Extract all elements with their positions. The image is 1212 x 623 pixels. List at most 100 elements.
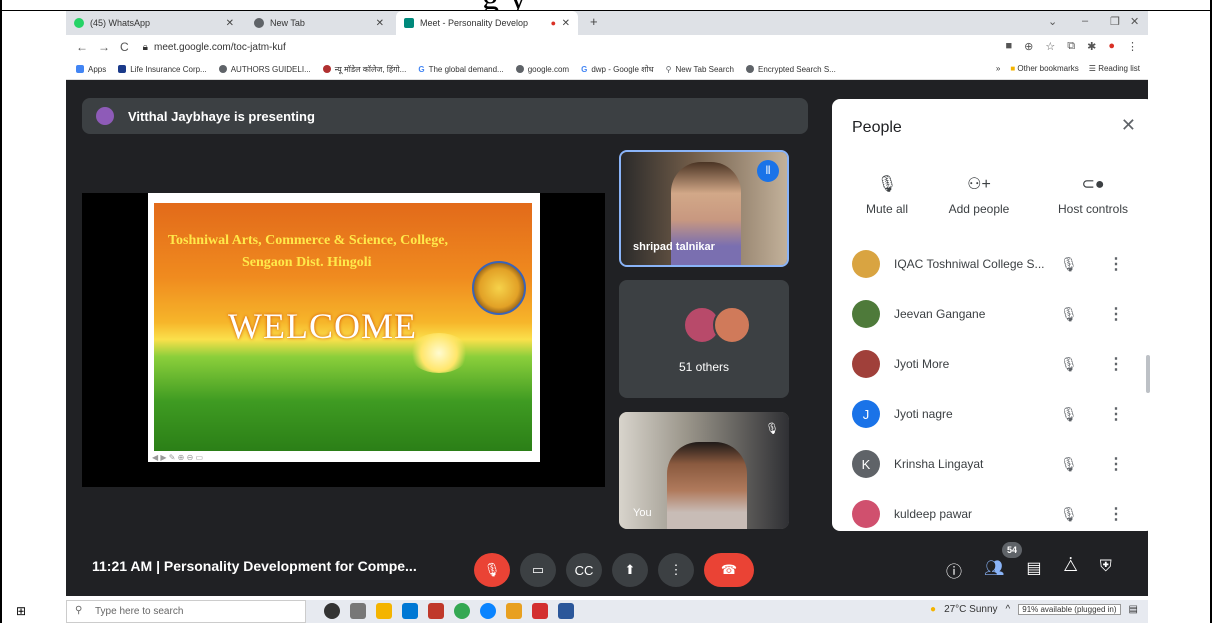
participant-tile-speaker[interactable]: ⦀ shripad talnikar bbox=[619, 150, 789, 267]
more-icon[interactable]: ⋮ bbox=[1108, 354, 1124, 374]
add-people-button[interactable]: ⚇+ Add people bbox=[924, 174, 1034, 216]
chrome-icon[interactable] bbox=[454, 603, 470, 619]
star-icon[interactable]: ☆ bbox=[1045, 40, 1055, 53]
scrollbar[interactable] bbox=[1146, 355, 1150, 393]
more-icon[interactable]: ⋮ bbox=[1108, 504, 1124, 524]
participant-name: shripad talnikar bbox=[633, 241, 715, 253]
meeting-side-controls: ⓘ 👥︎ ▤ ⧊ ⛨ bbox=[946, 558, 1112, 582]
present-button[interactable]: ⬆ bbox=[612, 553, 648, 587]
bookmark-item[interactable]: न्यू मॉडेल कॉलेज, हिंगो... bbox=[322, 64, 406, 75]
reload-icon[interactable]: C bbox=[120, 40, 129, 54]
notification-icon[interactable]: ▤ bbox=[1129, 604, 1138, 615]
presenting-text: Vitthal Jaybhaye is presenting bbox=[128, 108, 315, 124]
avatar bbox=[852, 250, 880, 278]
bookmark-label: google.com bbox=[527, 64, 570, 74]
bookmark-item[interactable]: AUTHORS GUIDELI... bbox=[218, 65, 311, 74]
list-item[interactable]: kuldeep pawar 🎙︎ ⋮ bbox=[832, 489, 1154, 531]
file-explorer-icon[interactable] bbox=[376, 603, 392, 619]
bookmark-item[interactable]: Life Insurance Corp... bbox=[118, 65, 207, 74]
close-icon[interactable]: ✕ bbox=[562, 18, 570, 29]
end-call-button[interactable]: ☎ bbox=[704, 553, 754, 587]
mic-off-icon: 🎙︎ bbox=[1060, 405, 1078, 422]
url-field[interactable]: 🔒︎ meet.google.com/toc-jatm-kuf bbox=[143, 42, 286, 53]
bookmark-item[interactable]: Apps bbox=[76, 65, 106, 74]
bookmark-item[interactable]: Encrypted Search S... bbox=[746, 65, 836, 74]
store-icon[interactable] bbox=[402, 603, 418, 619]
app-icon[interactable] bbox=[428, 603, 444, 619]
minimize-icon[interactable]: – bbox=[1082, 15, 1088, 27]
bookmark-item[interactable]: ⚲ New Tab Search bbox=[666, 65, 734, 74]
action-label: Host controls bbox=[1057, 202, 1129, 216]
close-icon[interactable]: ✕ bbox=[1121, 115, 1136, 136]
list-item[interactable]: Jyoti More 🎙︎ ⋮ bbox=[832, 339, 1154, 389]
info-icon[interactable]: ⓘ bbox=[946, 558, 962, 582]
reading-list[interactable]: ☰ Reading list bbox=[1089, 64, 1140, 73]
people-panel: People ✕ 🎙︎ Mute all ⚇+ Add people ⊂● Ho… bbox=[832, 99, 1154, 531]
people-icon[interactable]: 👥︎ bbox=[984, 558, 1004, 582]
word-icon[interactable] bbox=[558, 603, 574, 619]
restore-icon[interactable]: ❐ bbox=[1110, 15, 1120, 28]
more-options-button[interactable]: ⋮ bbox=[658, 553, 694, 587]
chevron-up-icon[interactable]: ^ bbox=[1006, 604, 1011, 615]
lic-icon bbox=[118, 65, 127, 73]
whatsapp-icon bbox=[74, 18, 84, 28]
tab-meet[interactable]: Meet - Personality Develop ● ✕ bbox=[396, 11, 578, 35]
activities-icon[interactable]: ⧊ bbox=[1063, 558, 1077, 582]
more-icon[interactable]: ⋮ bbox=[1108, 254, 1124, 274]
bookmark-item[interactable]: google.com bbox=[515, 64, 570, 74]
host-security-icon[interactable]: ⛨ bbox=[1100, 558, 1112, 582]
other-bookmarks[interactable]: ■ Other bookmarks bbox=[1010, 64, 1078, 73]
pdf-icon[interactable] bbox=[532, 603, 548, 619]
task-view-icon[interactable] bbox=[350, 603, 366, 619]
mic-off-icon: 🎙︎ bbox=[1060, 255, 1078, 272]
edge-icon[interactable] bbox=[480, 603, 496, 619]
participant-tile-others[interactable]: 51 others bbox=[619, 280, 789, 398]
camera-icon[interactable]: ■ bbox=[1006, 40, 1013, 53]
vlc-icon[interactable] bbox=[506, 603, 522, 619]
list-item[interactable]: IQAC Toshniwal College S... 🎙︎ ⋮ bbox=[832, 239, 1154, 289]
menu-icon[interactable]: ⋮ bbox=[1127, 40, 1138, 53]
puzzle-icon[interactable]: ✱ bbox=[1087, 40, 1096, 53]
host-controls-button[interactable]: ⊂● Host controls bbox=[1038, 174, 1148, 216]
more-icon[interactable]: ⋮ bbox=[1108, 304, 1124, 324]
list-item[interactable]: K Krinsha Lingayat 🎙︎ ⋮ bbox=[832, 439, 1154, 489]
participant-name: kuldeep pawar bbox=[894, 507, 973, 521]
participant-tile-self[interactable]: 🎙︎ You bbox=[619, 412, 789, 529]
recording-icon: ● bbox=[550, 18, 556, 28]
taskbar-search[interactable]: ⚲ Type here to search bbox=[66, 600, 306, 623]
slide-line2: Sengaon Dist. Hingoli bbox=[242, 255, 372, 270]
back-icon[interactable]: ← bbox=[76, 40, 88, 54]
avatar: J bbox=[852, 400, 880, 428]
profile-icon[interactable]: ● bbox=[1108, 40, 1115, 53]
slide-controls[interactable]: ◀ ▶ ✎ ⊕ ⊖ ▭ bbox=[148, 453, 203, 462]
tab-whatsapp[interactable]: (45) WhatsApp ✕ bbox=[66, 11, 242, 35]
bookmark-label: Encrypted Search S... bbox=[758, 64, 836, 74]
tab-new-tab[interactable]: New Tab ✕ bbox=[246, 11, 392, 35]
camera-button[interactable]: ▭ bbox=[520, 553, 556, 587]
search-icon: ⚲ bbox=[665, 64, 672, 74]
extension-icon[interactable]: ⧉ bbox=[1067, 40, 1075, 53]
forward-icon[interactable]: → bbox=[98, 40, 110, 54]
system-tray: ● 27°C Sunny ^ 91% available (plugged in… bbox=[930, 604, 1138, 615]
weather-text[interactable]: 27°C Sunny bbox=[944, 604, 997, 615]
more-icon[interactable]: ⋮ bbox=[1108, 404, 1124, 424]
mic-off-button[interactable]: 🎙︎ bbox=[474, 553, 510, 587]
windows-start-icon[interactable]: ⊞ bbox=[16, 604, 26, 618]
chevron-down-icon[interactable]: ⌄ bbox=[1048, 15, 1057, 28]
list-item[interactable]: Jeevan Gangane 🎙︎ ⋮ bbox=[832, 289, 1154, 339]
slide-welcome: WELCOME bbox=[228, 306, 417, 346]
list-item[interactable]: J Jyoti nagre 🎙︎ ⋮ bbox=[832, 389, 1154, 439]
bookmark-item[interactable]: G The global demand... bbox=[418, 65, 503, 74]
close-icon[interactable]: ✕ bbox=[226, 18, 234, 29]
chat-icon[interactable]: ▤ bbox=[1026, 558, 1041, 582]
zoom-icon[interactable]: ⊕ bbox=[1024, 40, 1033, 53]
close-window-icon[interactable]: ✕ bbox=[1130, 15, 1139, 28]
more-icon[interactable]: ⋮ bbox=[1108, 454, 1124, 474]
cortana-icon[interactable] bbox=[324, 603, 340, 619]
bookmark-label: New Tab Search bbox=[675, 64, 734, 74]
new-tab-icon[interactable]: + bbox=[590, 14, 598, 29]
overflow-icon[interactable]: » bbox=[996, 64, 1000, 73]
bookmark-item[interactable]: Gdwp - Google शोध bbox=[581, 64, 653, 75]
close-icon[interactable]: ✕ bbox=[376, 18, 384, 29]
captions-button[interactable]: CC bbox=[566, 553, 602, 587]
